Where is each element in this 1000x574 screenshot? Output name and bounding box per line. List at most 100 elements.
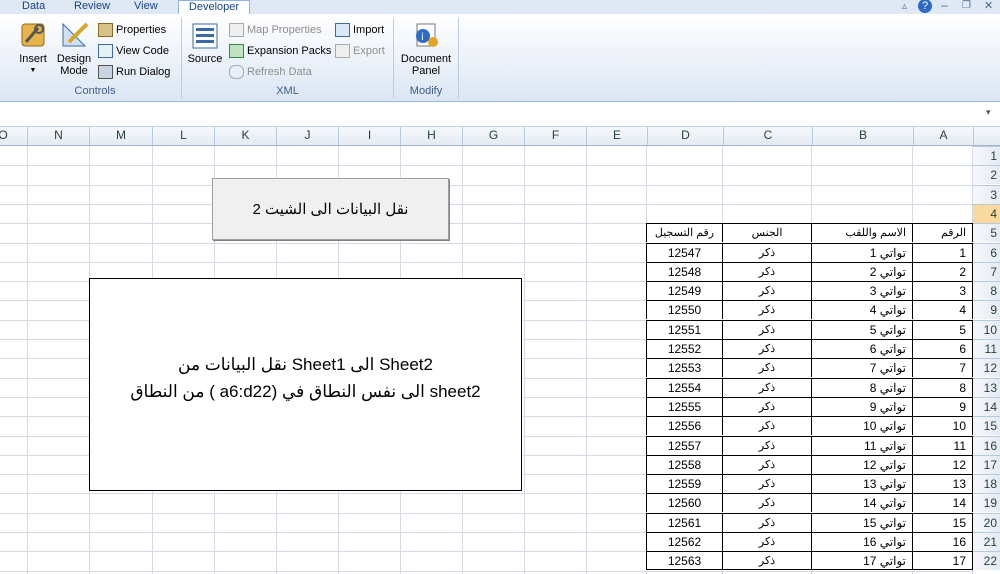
table-cell[interactable]: تواتي 12 [811, 455, 912, 474]
table-cell[interactable]: 6 [912, 339, 973, 358]
minimize-window-icon[interactable]: – [941, 0, 948, 12]
table-cell[interactable]: ذكر [722, 281, 811, 300]
source-button[interactable]: Source [185, 22, 225, 65]
table-cell[interactable]: تواتي 7 [811, 358, 912, 377]
table-cell[interactable]: 4 [912, 300, 973, 319]
table-cell[interactable]: ذكر [722, 455, 811, 474]
row-header[interactable]: 10 [973, 320, 1000, 339]
note-textbox[interactable]: نقل البيانات من Sheet1 الى Sheet2 من الن… [89, 278, 522, 491]
table-cell[interactable]: 16 [912, 532, 973, 551]
refresh-data-button[interactable]: Refresh Data [229, 65, 312, 80]
row-header[interactable]: 6 [973, 243, 1000, 262]
close-window-icon[interactable]: ✕ [984, 0, 993, 12]
table-cell[interactable]: تواتي 9 [811, 397, 912, 416]
table-cell[interactable]: 12557 [646, 436, 722, 455]
table-header-cell[interactable]: الرقم [912, 223, 973, 242]
row-header[interactable]: 2 [973, 165, 1000, 184]
column-header[interactable]: E [586, 127, 647, 145]
row-header[interactable]: 5 [973, 223, 1000, 242]
column-header[interactable]: G [462, 127, 524, 145]
table-cell[interactable]: تواتي 6 [811, 339, 912, 358]
table-cell[interactable]: 15 [912, 513, 973, 532]
row-header[interactable]: 22 [973, 551, 1000, 570]
table-cell[interactable]: 10 [912, 416, 973, 435]
row-header[interactable]: 15 [973, 416, 1000, 435]
row-header[interactable]: 12 [973, 358, 1000, 377]
column-header[interactable]: J [276, 127, 338, 145]
row-header[interactable]: 19 [973, 493, 1000, 512]
table-cell[interactable]: ذكر [722, 474, 811, 493]
table-cell[interactable]: 12563 [646, 551, 722, 570]
table-cell[interactable]: تواتي 17 [811, 551, 912, 570]
column-header[interactable]: N [27, 127, 89, 145]
table-cell[interactable]: تواتي 13 [811, 474, 912, 493]
select-all-corner[interactable] [973, 127, 1000, 145]
table-cell[interactable]: 12550 [646, 300, 722, 319]
insert-control-button[interactable]: Insert ▼ [15, 20, 51, 77]
table-cell[interactable]: ذكر [722, 262, 811, 281]
row-header[interactable]: 1 [973, 146, 1000, 165]
column-header[interactable]: A [913, 127, 973, 145]
table-cell[interactable]: 7 [912, 358, 973, 377]
column-header[interactable]: K [214, 127, 276, 145]
tab-developer[interactable]: Developer [178, 0, 250, 15]
table-cell[interactable]: تواتي 16 [811, 532, 912, 551]
column-header[interactable]: M [89, 127, 152, 145]
table-cell[interactable]: ذكر [722, 416, 811, 435]
export-button[interactable]: Export [335, 44, 385, 59]
transfer-data-button[interactable]: نقل البيانات الى الشيت 2 [212, 178, 449, 240]
table-cell[interactable]: ذكر [722, 300, 811, 319]
table-cell[interactable]: 17 [912, 551, 973, 570]
help-icon[interactable]: ? [918, 0, 932, 13]
document-panel-button[interactable]: i Document Panel [398, 22, 454, 77]
minimize-ribbon-icon[interactable]: ▵ [902, 1, 907, 12]
table-cell[interactable]: 12547 [646, 243, 722, 262]
table-cell[interactable]: تواتي 5 [811, 320, 912, 339]
column-header[interactable]: H [400, 127, 462, 145]
table-cell[interactable]: 12553 [646, 358, 722, 377]
table-cell[interactable]: ذكر [722, 436, 811, 455]
table-cell[interactable]: 3 [912, 281, 973, 300]
table-cell[interactable]: تواتي 11 [811, 436, 912, 455]
run-dialog-button[interactable]: Run Dialog [98, 65, 170, 80]
view-code-button[interactable]: View Code [98, 44, 169, 59]
row-header[interactable]: 4 [973, 204, 1000, 223]
table-cell[interactable]: 8 [912, 378, 973, 397]
restore-window-icon[interactable]: ❐ [962, 0, 971, 11]
row-header[interactable]: 8 [973, 281, 1000, 300]
table-cell[interactable]: 12554 [646, 378, 722, 397]
table-cell[interactable]: ذكر [722, 339, 811, 358]
table-cell[interactable]: 12562 [646, 532, 722, 551]
row-header[interactable]: 14 [973, 397, 1000, 416]
row-header[interactable]: 18 [973, 474, 1000, 493]
table-cell[interactable]: ذكر [722, 378, 811, 397]
table-cell[interactable]: تواتي 10 [811, 416, 912, 435]
row-header[interactable]: 7 [973, 262, 1000, 281]
table-cell[interactable]: ذكر [722, 243, 811, 262]
tab-view[interactable]: View [130, 0, 162, 14]
table-cell[interactable]: ذكر [722, 358, 811, 377]
row-header[interactable]: 21 [973, 532, 1000, 551]
table-cell[interactable]: 14 [912, 493, 973, 512]
table-cell[interactable]: 12555 [646, 397, 722, 416]
table-cell[interactable]: 12551 [646, 320, 722, 339]
table-cell[interactable]: تواتي 14 [811, 493, 912, 512]
table-cell[interactable]: ذكر [722, 513, 811, 532]
table-header-cell[interactable]: رقم التسجيل [646, 223, 722, 242]
table-cell[interactable]: 12548 [646, 262, 722, 281]
column-header[interactable]: C [723, 127, 812, 145]
table-cell[interactable]: 1 [912, 243, 973, 262]
column-header[interactable]: F [524, 127, 586, 145]
table-cell[interactable]: 12556 [646, 416, 722, 435]
column-header[interactable]: L [152, 127, 214, 145]
column-header[interactable]: B [812, 127, 913, 145]
table-cell[interactable]: ذكر [722, 532, 811, 551]
table-cell[interactable]: ذكر [722, 551, 811, 570]
column-header[interactable]: O [0, 127, 27, 145]
table-cell[interactable]: 12561 [646, 513, 722, 532]
table-cell[interactable]: تواتي 3 [811, 281, 912, 300]
column-header[interactable]: I [338, 127, 400, 145]
column-header[interactable]: D [647, 127, 723, 145]
row-header[interactable]: 20 [973, 513, 1000, 532]
properties-button[interactable]: Properties [98, 23, 166, 38]
